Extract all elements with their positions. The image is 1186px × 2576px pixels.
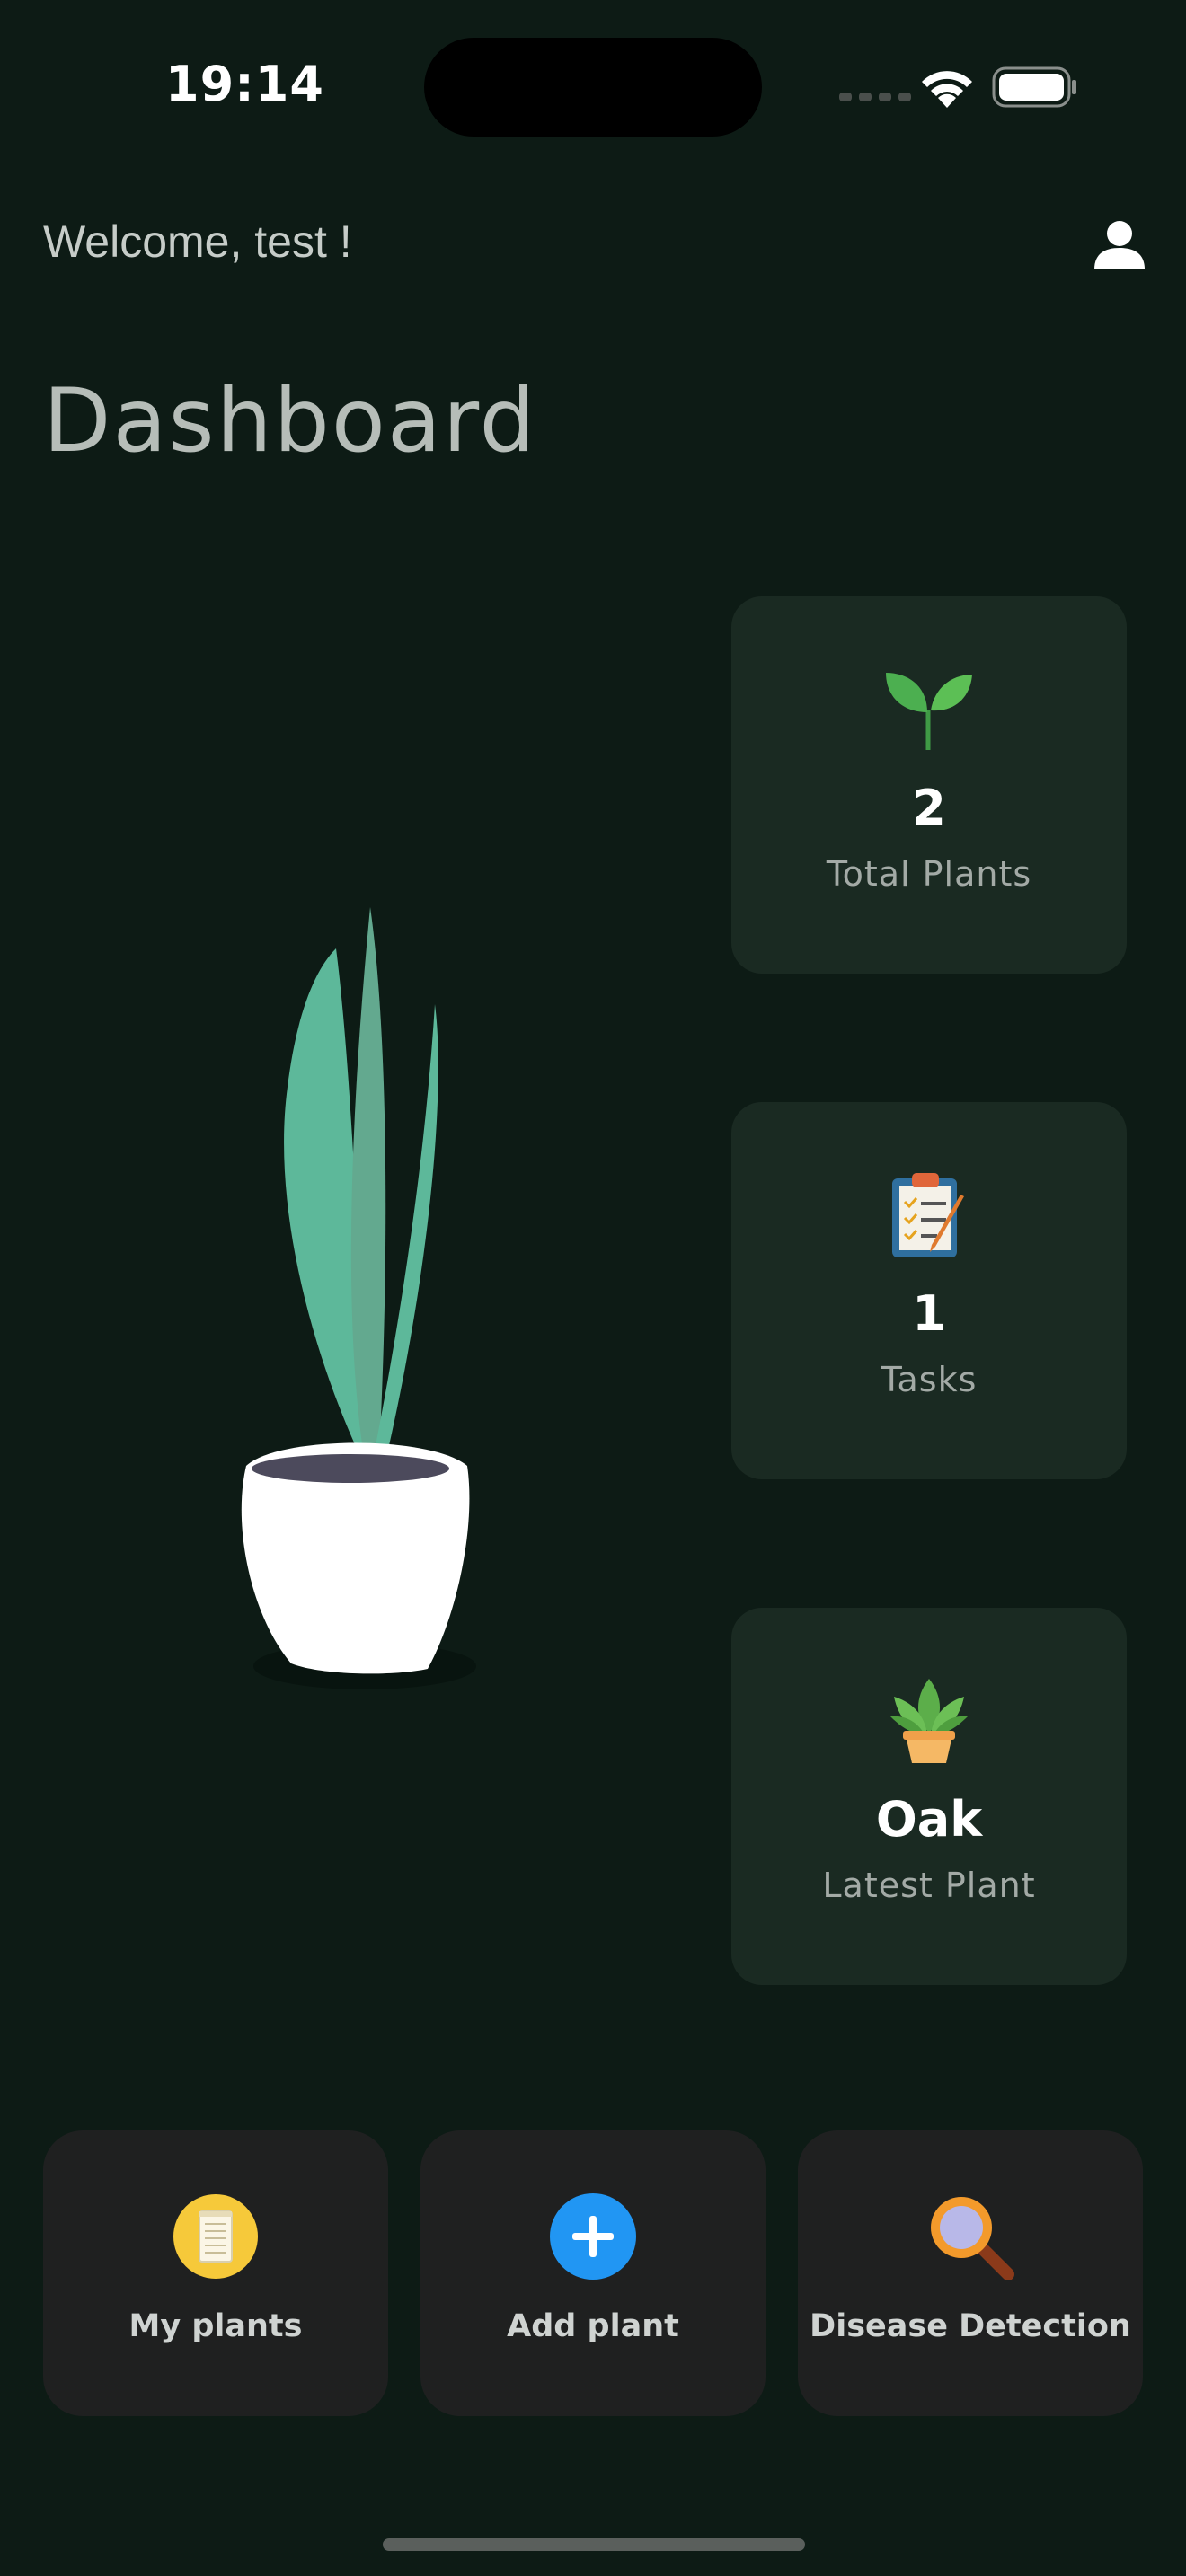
latest-plant-value: Oak (875, 1791, 983, 1848)
add-plant-label: Add plant (507, 2308, 679, 2344)
add-icon (548, 2192, 638, 2281)
notepad-icon (171, 2192, 261, 2281)
add-plant-button[interactable]: Add plant (420, 2130, 766, 2416)
home-indicator[interactable] (383, 2538, 805, 2551)
magnifier-icon (925, 2192, 1015, 2281)
dynamic-island (424, 38, 762, 137)
page-title: Dashboard (43, 370, 537, 472)
latest-plant-label: Latest Plant (822, 1866, 1036, 1905)
my-plants-button[interactable]: My plants (43, 2130, 388, 2416)
status-time: 19:14 (165, 56, 324, 112)
my-plants-label: My plants (128, 2308, 303, 2344)
dashboard-screen: 19:14 Welcome, test ! Dashboard 2 Total … (0, 0, 1186, 2576)
user-icon (1094, 221, 1145, 269)
battery-icon (992, 66, 1078, 112)
tasks-label: Tasks (881, 1360, 978, 1399)
disease-detection-button[interactable]: Disease Detection (798, 2130, 1143, 2416)
wifi-icon (918, 66, 976, 114)
cellular-signal-icon (839, 90, 915, 109)
disease-detection-label: Disease Detection (810, 2308, 1131, 2344)
stat-card-total-plants: 2 Total Plants (731, 596, 1127, 974)
seedling-icon (884, 659, 974, 758)
total-plants-label: Total Plants (826, 854, 1032, 894)
profile-button[interactable] (1087, 212, 1152, 277)
stat-card-tasks: 1 Tasks (731, 1102, 1127, 1479)
stat-card-latest-plant: Oak Latest Plant (731, 1608, 1127, 1985)
welcome-text: Welcome, test ! (43, 216, 352, 267)
clipboard-icon (889, 1165, 969, 1264)
tasks-value: 1 (912, 1285, 946, 1342)
total-plants-value: 2 (912, 780, 946, 836)
plant-illustration (216, 880, 503, 1711)
potted-plant-icon (889, 1671, 969, 1769)
